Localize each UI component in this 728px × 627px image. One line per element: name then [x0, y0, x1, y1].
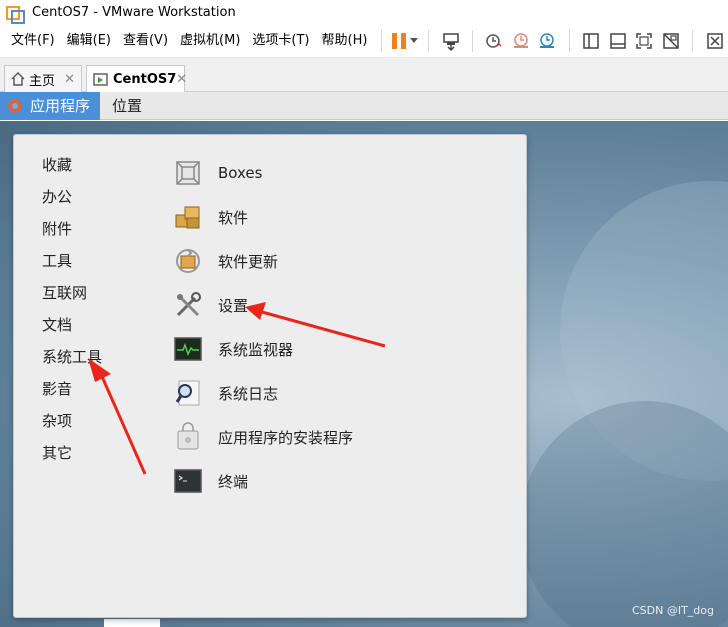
category-list: 收藏 办公 附件 工具 互联网 文档 系统工具 影音 杂项 其它	[42, 149, 102, 469]
app-installer[interactable]: 应用程序的安装程序	[172, 415, 353, 459]
tab-home-label: 主页	[29, 73, 56, 89]
app-label: 终端	[218, 472, 249, 491]
tab-home[interactable]: 主页 ✕	[4, 65, 82, 92]
toolbar-separator	[381, 29, 383, 52]
tab-bar: 主页 ✕ CentOS7 ✕	[0, 58, 728, 93]
menu-edit[interactable]: 编辑(E)	[61, 24, 117, 58]
category-misc[interactable]: 杂项	[42, 405, 102, 437]
app-label: 设置	[218, 296, 249, 315]
snapshot-manager-button[interactable]	[536, 28, 559, 54]
revert-snapshot-icon	[513, 32, 528, 48]
console-view-button[interactable]	[606, 28, 629, 54]
thumbnail-button[interactable]	[703, 28, 726, 54]
thumbnail-icon	[706, 32, 723, 49]
menu-tabs[interactable]: 选项卡(T)	[246, 24, 315, 58]
app-software[interactable]: 软件	[172, 195, 353, 239]
app-label: 系统监视器	[218, 340, 294, 359]
applications-menu[interactable]: 应用程序	[0, 91, 101, 120]
app-label: 应用程序的安装程序	[218, 428, 354, 447]
vm-running-icon	[93, 72, 109, 87]
menu-view[interactable]: 查看(V)	[117, 24, 174, 58]
category-other[interactable]: 其它	[42, 437, 102, 469]
app-terminal[interactable]: 终端	[172, 459, 353, 503]
toolbar-separator	[471, 29, 473, 52]
dock-notch	[104, 619, 160, 627]
category-system-tools[interactable]: 系统工具	[42, 341, 102, 373]
chevron-down-icon	[410, 38, 419, 43]
unity-icon	[663, 32, 679, 49]
system-log-icon	[172, 377, 204, 409]
desktop-decoration	[520, 401, 728, 627]
app-label: 系统日志	[218, 384, 279, 403]
toolbar-separator	[568, 29, 570, 52]
category-documents[interactable]: 文档	[42, 309, 102, 341]
close-icon[interactable]: ✕	[64, 72, 75, 87]
app-system-monitor[interactable]: 系统监视器	[172, 327, 353, 371]
category-favorites[interactable]: 收藏	[42, 149, 102, 181]
software-icon	[172, 201, 204, 233]
window-title: CentOS7 - VMware Workstation	[32, 4, 236, 20]
sidebar-icon	[583, 32, 599, 49]
app-label: 软件	[218, 208, 249, 227]
boxes-icon	[172, 157, 204, 189]
menu-vm[interactable]: 虚拟机(M)	[174, 24, 246, 58]
app-label: 软件更新	[218, 252, 279, 271]
close-icon[interactable]: ✕	[176, 72, 187, 87]
watermark: CSDN @IT_dog	[631, 604, 714, 617]
category-utilities[interactable]: 工具	[42, 245, 102, 277]
pause-button[interactable]	[392, 28, 419, 54]
sidebar-button[interactable]	[580, 28, 603, 54]
snapshot-manager-icon	[540, 32, 555, 48]
applications-menu-label: 应用程序	[30, 97, 91, 115]
title-bar: CentOS7 - VMware Workstation	[0, 0, 728, 24]
toolbar-separator	[692, 29, 694, 52]
category-sound-video[interactable]: 影音	[42, 373, 102, 405]
fullscreen-button[interactable]	[633, 28, 656, 54]
tab-centos7-label: CentOS7	[113, 72, 177, 87]
app-installer-icon	[172, 421, 204, 453]
app-system-log[interactable]: 系统日志	[172, 371, 353, 415]
send-keys-button[interactable]	[439, 28, 462, 54]
menu-file[interactable]: 文件(F)	[5, 24, 61, 58]
category-internet[interactable]: 互联网	[42, 277, 102, 309]
places-menu[interactable]: 位置	[100, 95, 154, 116]
toolbar-separator	[428, 29, 430, 52]
vmware-logo-icon	[6, 4, 25, 24]
software-update-icon	[172, 245, 204, 277]
snapshot-icon	[486, 33, 502, 48]
app-list: Boxes 软件 软件更新 设置 系统监视器 系统日志 应用程序的安装程序 终端	[172, 151, 353, 503]
unity-button[interactable]	[660, 28, 683, 54]
category-office[interactable]: 办公	[42, 181, 102, 213]
send-keys-icon	[442, 32, 459, 51]
category-accessories[interactable]: 附件	[42, 213, 102, 245]
revert-snapshot-button[interactable]	[509, 28, 532, 54]
terminal-icon	[172, 465, 204, 497]
home-icon	[11, 72, 25, 86]
applications-popup: 收藏 办公 附件 工具 互联网 文档 系统工具 影音 杂项 其它 Boxes 软…	[13, 134, 527, 618]
gnome-top-panel: 应用程序 位置	[0, 91, 728, 120]
fullscreen-icon	[636, 32, 653, 49]
snapshot-button[interactable]	[483, 28, 506, 54]
app-settings[interactable]: 设置	[172, 283, 353, 327]
tab-centos7[interactable]: CentOS7 ✕	[86, 65, 187, 93]
menu-help[interactable]: 帮助(H)	[316, 24, 374, 58]
settings-icon	[172, 289, 204, 321]
system-monitor-icon	[172, 333, 204, 365]
app-label: Boxes	[218, 164, 263, 182]
gnome-foot-icon	[8, 98, 22, 113]
console-view-icon	[609, 32, 626, 49]
app-software-update[interactable]: 软件更新	[172, 239, 353, 283]
menu-bar: 文件(F) 编辑(E) 查看(V) 虚拟机(M) 选项卡(T) 帮助(H)	[0, 24, 728, 58]
app-boxes[interactable]: Boxes	[172, 151, 353, 195]
pause-icon	[392, 32, 407, 49]
